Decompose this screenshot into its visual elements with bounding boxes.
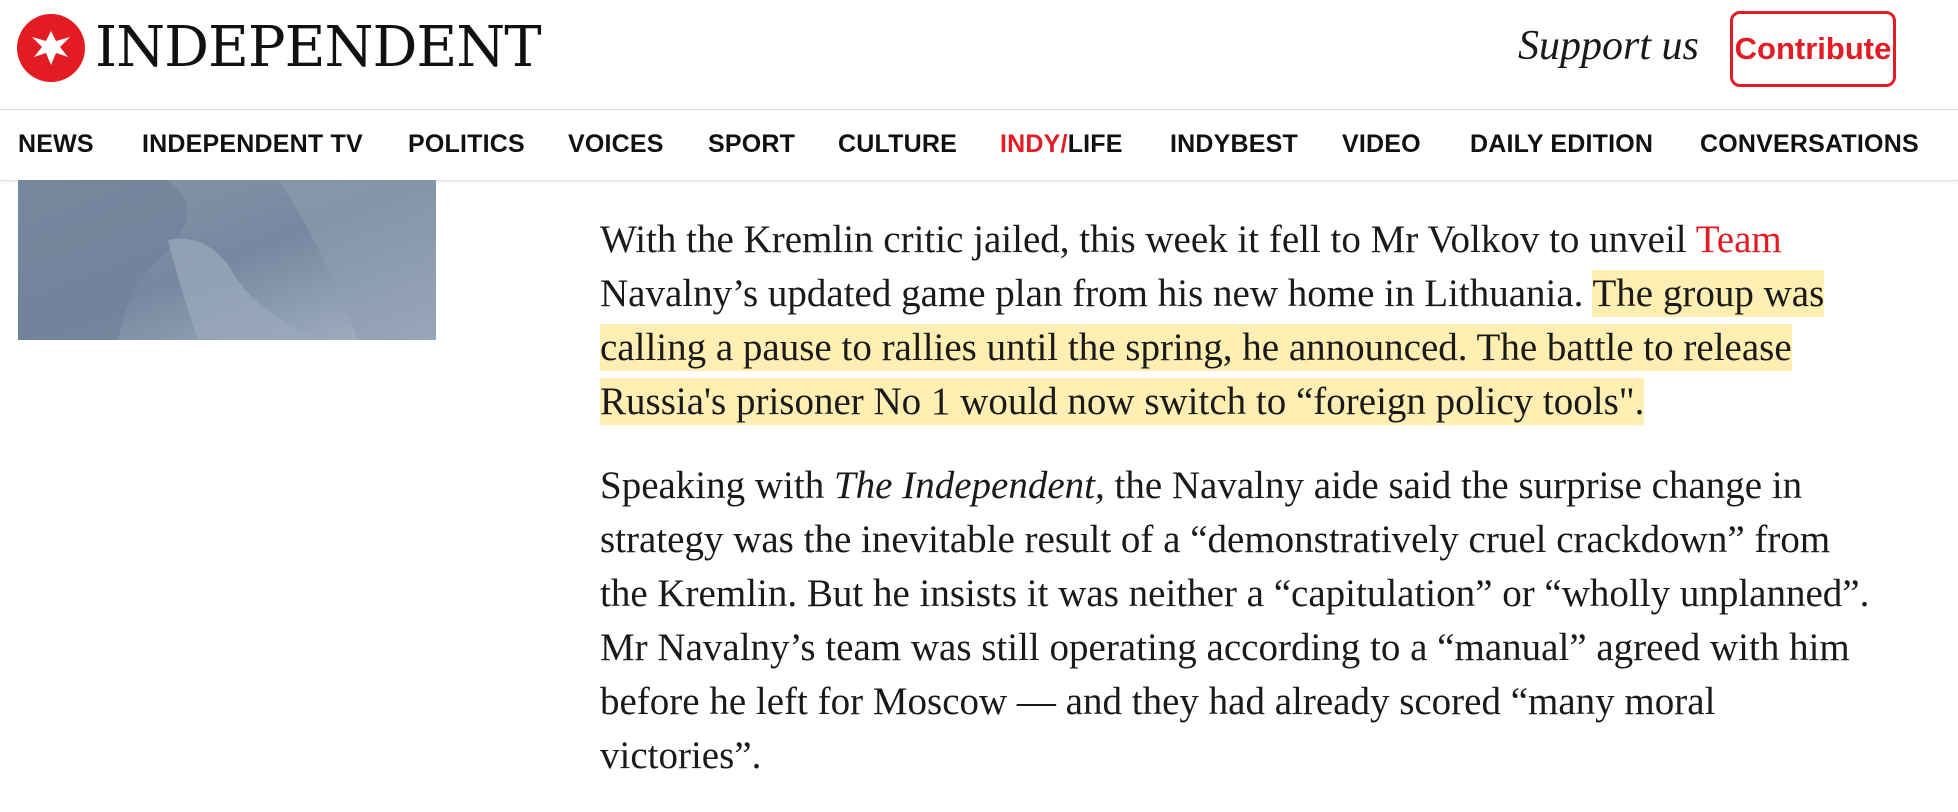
logo-wordmark: INDEPENDENT — [95, 15, 542, 80]
nav-item-conversations[interactable]: CONVERSATIONS — [1700, 130, 1919, 159]
nav-item-indy-life[interactable]: INDY/LIFE — [1000, 130, 1123, 159]
nav-item-sport[interactable]: SPORT — [708, 130, 795, 159]
support-us-link[interactable]: Support us — [1518, 22, 1699, 70]
nav-item-voices[interactable]: VOICES — [568, 130, 664, 159]
contribute-button[interactable]: Contribute — [1730, 11, 1896, 87]
nav-item-culture[interactable]: CULTURE — [838, 130, 957, 159]
nav-item-daily-edition[interactable]: DAILY EDITION — [1470, 130, 1653, 159]
paragraph-text: With the Kremlin critic jailed, this wee… — [600, 218, 1696, 261]
nav-item-indy-prefix: INDY/ — [1000, 130, 1068, 158]
nav-item-indybest[interactable]: INDYBEST — [1170, 130, 1298, 159]
nav-item-independent-tv[interactable]: INDEPENDENT TV — [142, 130, 363, 159]
team-navalny-link[interactable]: Team — [1696, 218, 1782, 261]
eagle-logo-icon — [17, 14, 85, 82]
article-paragraph: With the Kremlin critic jailed, this wee… — [600, 213, 1870, 429]
article-image-graphic — [18, 180, 436, 340]
paragraph-text: the Navalny aide said the surprise chang… — [600, 464, 1870, 777]
site-logo[interactable]: INDEPENDENT — [17, 14, 542, 82]
paragraph-text: Speaking with — [600, 464, 834, 507]
article-image — [18, 180, 436, 340]
nav-item-life-label: LIFE — [1067, 130, 1123, 158]
publication-name: The Independent, — [833, 464, 1105, 507]
site-header: INDEPENDENT Support us Contribute — [0, 0, 1958, 110]
paragraph-text: Navalny’s updated game plan from his new… — [600, 272, 1593, 315]
nav-item-news[interactable]: NEWS — [18, 130, 94, 159]
main-nav: NEWS INDEPENDENT TV POLITICS VOICES SPOR… — [0, 110, 1958, 181]
article-body: With the Kremlin critic jailed, this wee… — [600, 213, 1870, 783]
nav-item-politics[interactable]: POLITICS — [408, 130, 525, 159]
nav-item-video[interactable]: VIDEO — [1342, 130, 1421, 159]
article-paragraph: Speaking with The Independent, the Naval… — [600, 459, 1870, 783]
